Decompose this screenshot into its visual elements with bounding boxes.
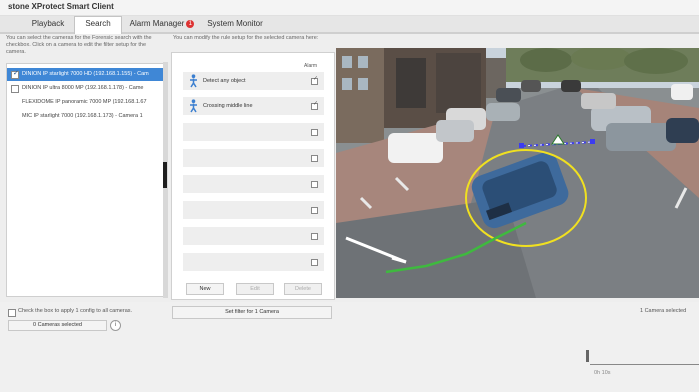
alarm-column-header: Alarm: [304, 63, 318, 69]
new-rule-button[interactable]: New: [186, 283, 224, 295]
camera-checkbox[interactable]: [11, 85, 19, 93]
rule-row[interactable]: Crossing middle line ✓: [183, 97, 324, 115]
cameras-selected-button[interactable]: 0 Cameras selected: [8, 320, 107, 331]
camera-label: DINION IP ultra 8000 MP (192.168.1.178) …: [22, 85, 144, 91]
edit-rule-button[interactable]: Edit: [236, 283, 274, 295]
crossing-line-handle[interactable]: [590, 139, 595, 144]
camera-item[interactable]: FLEXIDOME IP panoramic 7000 MP (192.168.…: [7, 96, 163, 109]
rule-label: Crossing middle line: [203, 103, 253, 109]
timeline-label: 0h 10s: [594, 370, 611, 376]
rule-alarm-checkbox[interactable]: [311, 259, 318, 266]
apply-all-label: Check the box to apply 1 config to all c…: [18, 308, 133, 314]
apply-all-checkbox[interactable]: [8, 309, 16, 317]
camera-selected-status: 1 Camera selected: [640, 308, 687, 314]
rule-row-empty[interactable]: [183, 201, 324, 219]
person-icon: [190, 74, 197, 88]
camera-label: MIC IP starlight 7000 (192.168.1.173) - …: [22, 113, 143, 119]
bottom-bar: [0, 302, 699, 392]
timeline-track[interactable]: [590, 364, 699, 365]
tab-system-monitor[interactable]: System Monitor: [202, 17, 268, 31]
check-mark-icon: ✓: [312, 76, 318, 82]
alarm-badge: 1: [186, 19, 195, 28]
tab-alarm-manager[interactable]: Alarm Manager 1: [126, 17, 198, 31]
rule-row-empty[interactable]: [183, 253, 324, 271]
info-icon[interactable]: i: [110, 320, 121, 331]
check-mark-icon: ✓: [312, 101, 318, 107]
rule-alarm-checkbox[interactable]: [311, 155, 318, 162]
camera-label: FLEXIDOME IP panoramic 7000 MP (192.168.…: [22, 99, 147, 105]
crossing-line-handle[interactable]: [519, 143, 524, 148]
rule-row-empty[interactable]: [183, 123, 324, 141]
camera-item[interactable]: ✓ DINION IP starlight 7000 HD (192.168.1…: [7, 68, 163, 81]
camera-video-preview[interactable]: [336, 48, 699, 298]
rule-row-empty[interactable]: [183, 149, 324, 167]
rules-panel: Alarm Detect any object ✓ Crossing middl…: [171, 52, 335, 300]
camera-item[interactable]: DINION IP ultra 8000 MP (192.168.1.178) …: [7, 82, 163, 95]
camera-list: ✓ DINION IP starlight 7000 HD (192.168.1…: [6, 63, 164, 297]
tab-playback[interactable]: Playback: [24, 17, 72, 31]
rule-row-empty[interactable]: [183, 175, 324, 193]
rule-alarm-checkbox[interactable]: [311, 207, 318, 214]
rule-label: Detect any object: [203, 78, 246, 84]
title-bar: stone XProtect Smart Client: [0, 0, 699, 16]
rule-alarm-checkbox[interactable]: [311, 129, 318, 136]
tab-bar: Playback Search Alarm Manager 1 System Mo…: [0, 16, 699, 34]
delete-rule-button[interactable]: Delete: [284, 283, 322, 295]
window-title: stone XProtect Smart Client: [8, 2, 114, 11]
camera-item[interactable]: MIC IP starlight 7000 (192.168.1.173) - …: [7, 110, 163, 123]
rule-row[interactable]: Detect any object ✓: [183, 72, 324, 90]
rule-alarm-checkbox[interactable]: [311, 233, 318, 240]
rule-row-empty[interactable]: [183, 227, 324, 245]
camera-help-text: You can select the cameras for the Foren…: [6, 35, 152, 55]
check-mark-icon: ✓: [13, 70, 19, 77]
rule-alarm-checkbox[interactable]: [311, 181, 318, 188]
set-filter-button[interactable]: Set filter for 1 Camera: [172, 306, 332, 319]
timeline-marker[interactable]: [586, 350, 589, 362]
video-frame: [336, 48, 699, 298]
rules-help-text: You can modify the rule setup for the se…: [173, 35, 319, 41]
person-icon: [190, 99, 197, 113]
camera-label: DINION IP starlight 7000 HD (192.168.1.1…: [22, 71, 149, 77]
tab-search[interactable]: Search: [74, 16, 122, 34]
scrollbar-thumb[interactable]: [163, 162, 167, 188]
